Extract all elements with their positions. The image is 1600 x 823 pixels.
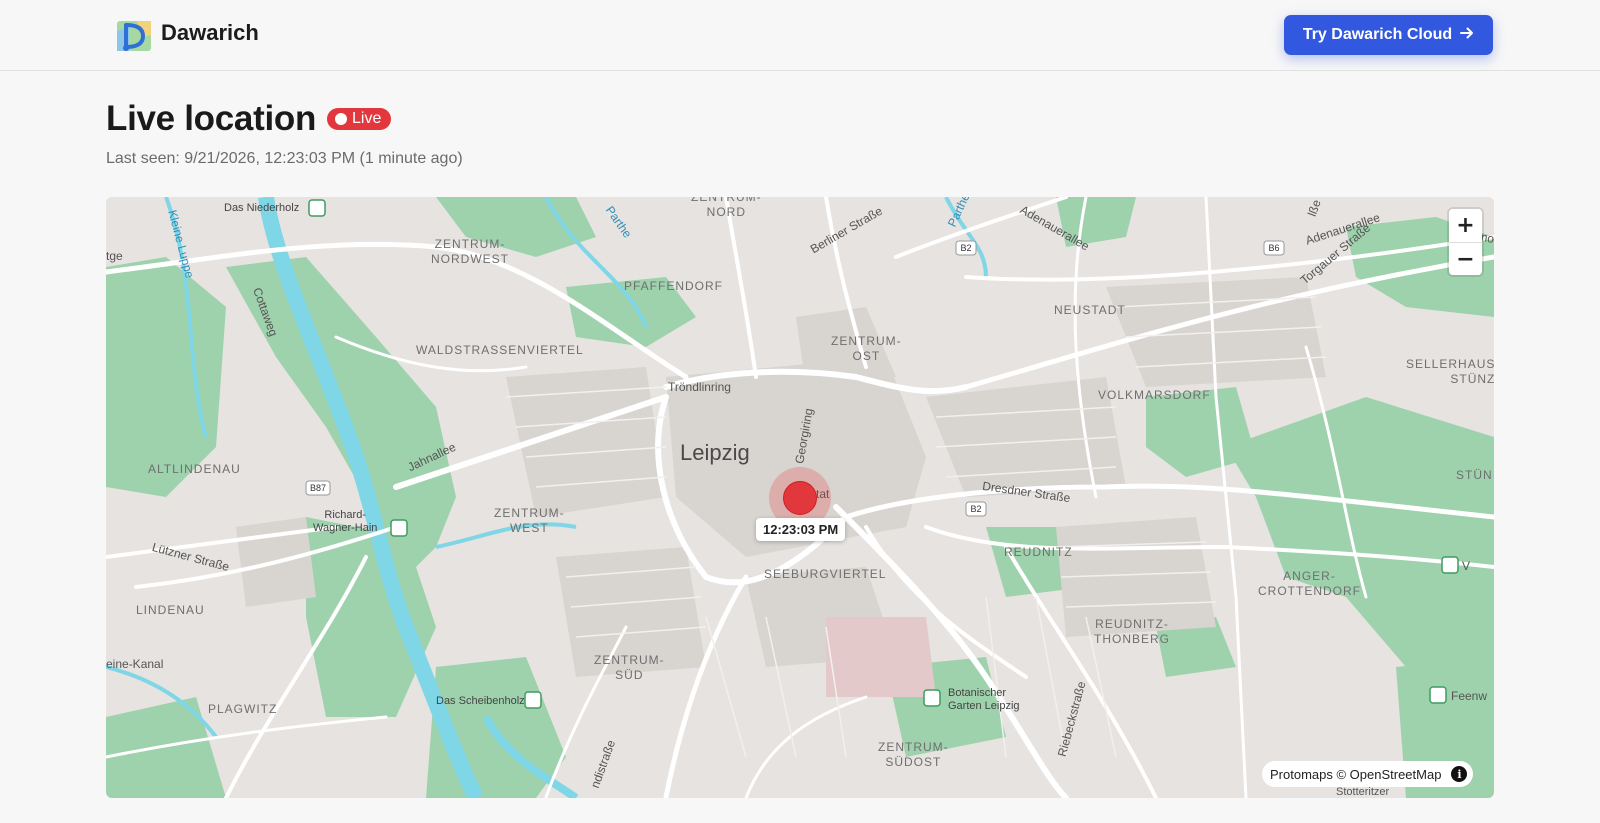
district-anger-crottendorf: ANGER- CROTTENDORF bbox=[1258, 569, 1361, 598]
park-scheibenholz: Das Scheibenholz bbox=[436, 695, 525, 707]
district-sellerhausen: SELLERHAUS STÜNZ bbox=[1406, 357, 1494, 386]
live-dot-icon bbox=[335, 113, 347, 125]
city-label: Leipzig bbox=[680, 440, 750, 465]
marker-time-tooltip: 12:23:03 PM bbox=[756, 518, 846, 541]
shield-b2-mid: B2 bbox=[970, 504, 981, 514]
brand-name[interactable]: Dawarich bbox=[161, 20, 259, 46]
park-botanischer: Botanischer Garten Leipzig bbox=[948, 687, 1020, 712]
district-zentrum-west: ZENTRUM- WEST bbox=[494, 506, 565, 535]
district-pfaffendorf: PFAFFENDORF bbox=[624, 279, 724, 293]
zoom-in-button[interactable]: + bbox=[1449, 209, 1482, 242]
shield-b2-top: B2 bbox=[960, 243, 971, 253]
district-zentrum-ost: ZENTRUM- OST bbox=[831, 334, 902, 363]
live-status-badge: Live bbox=[327, 108, 392, 130]
page-title: Live location bbox=[106, 99, 317, 138]
district-neustadt: NEUSTADT bbox=[1054, 303, 1126, 317]
district-zentrum-nordwest: ZENTRUM- NORDWEST bbox=[431, 237, 509, 266]
zoom-out-button[interactable]: − bbox=[1449, 242, 1482, 275]
dawarich-logo-icon[interactable] bbox=[115, 17, 153, 55]
try-cloud-button[interactable]: Try Dawarich Cloud bbox=[1284, 15, 1493, 55]
street-stotteritzer: Stotteritzer bbox=[1336, 786, 1390, 798]
arrow-right-icon bbox=[1460, 26, 1474, 45]
district-altlindenau: ALTLINDENAU bbox=[148, 462, 241, 476]
district-reudnitz-thonberg: REUDNITZ- THONBERG bbox=[1094, 617, 1171, 646]
location-marker[interactable] bbox=[783, 481, 817, 515]
last-seen-text: Last seen: 9/21/2026, 12:23:03 PM (1 min… bbox=[106, 150, 463, 167]
top-header: Dawarich Try Dawarich Cloud bbox=[0, 0, 1600, 71]
district-zentrum-sued: ZENTRUM- SÜD bbox=[594, 653, 665, 682]
district-reudnitz: REUDNITZ bbox=[1004, 545, 1073, 559]
park-richard-wagner: Richard- Wagner-Hain bbox=[313, 509, 378, 534]
label-v: V bbox=[1462, 559, 1471, 573]
district-zentrum-suedost: ZENTRUM- SÜDOST bbox=[878, 740, 949, 769]
attribution-text[interactable]: Protomaps © OpenStreetMap bbox=[1270, 767, 1441, 782]
district-zentrum-nord: ZENTRUM- NORD bbox=[691, 197, 762, 219]
district-waldstrassenviertel: WALDSTRASSENVIERTEL bbox=[416, 343, 584, 357]
live-badge-label: Live bbox=[352, 110, 382, 127]
district-volkmarsdorf: VOLKMARSDORF bbox=[1098, 388, 1211, 402]
district-lindenau: LINDENAU bbox=[136, 603, 205, 617]
map-attribution: Protomaps © OpenStreetMap i bbox=[1262, 761, 1474, 787]
live-map[interactable]: B2 B6 B87 B2 ZENTRUM- NORD ZENTRUM- NORD… bbox=[106, 197, 1494, 798]
shield-b6: B6 bbox=[1268, 243, 1279, 253]
district-plagwitz: PLAGWITZ bbox=[208, 702, 278, 716]
district-seeburgviertel: SEEBURGVIERTEL bbox=[764, 567, 887, 581]
street-troendlinring: Tröndlinring bbox=[668, 380, 731, 394]
street-etge: tge bbox=[106, 249, 123, 263]
park-feenw: Feenw bbox=[1451, 689, 1488, 703]
info-icon[interactable]: i bbox=[1451, 766, 1468, 782]
water-kanal: eine-Kanal bbox=[106, 657, 164, 671]
zoom-controls: + − bbox=[1449, 209, 1482, 275]
park-niederholz: Das Niederholz bbox=[224, 202, 300, 214]
shield-b87: B87 bbox=[310, 483, 326, 493]
district-stuen: STÜN bbox=[1456, 468, 1493, 482]
try-cloud-label: Try Dawarich Cloud bbox=[1302, 26, 1453, 43]
